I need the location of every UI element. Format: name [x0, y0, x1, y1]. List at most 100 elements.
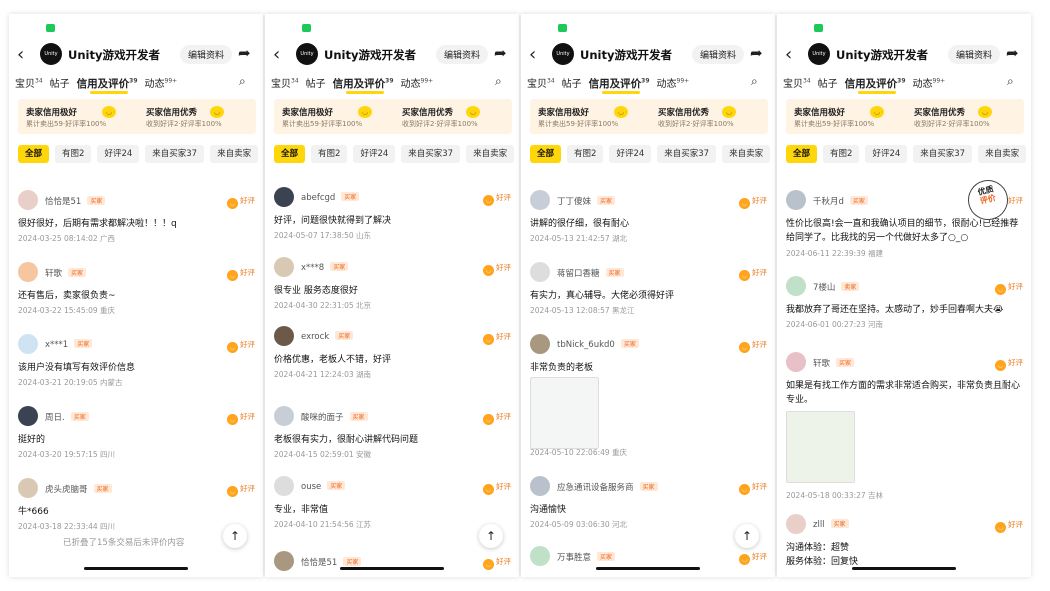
- filter-chip[interactable]: 来自买家37: [657, 145, 717, 163]
- tab-0[interactable]: 宝贝34: [527, 75, 555, 90]
- edit-profile-button[interactable]: 编辑资料: [436, 45, 488, 64]
- reviewer-avatar[interactable]: [530, 476, 550, 496]
- tab-1[interactable]: 帖子: [306, 75, 326, 90]
- reviewer-name[interactable]: 丁丁傻妹: [557, 197, 591, 207]
- share-icon[interactable]: ➦: [1006, 44, 1019, 62]
- filter-chip[interactable]: 全部: [274, 145, 306, 163]
- reviewer-name[interactable]: 虎头虎脑哥: [45, 485, 88, 495]
- reviewer-name-row: 轩歌 买家: [813, 357, 855, 369]
- reviewer-avatar[interactable]: [274, 476, 294, 496]
- edit-profile-button[interactable]: 编辑资料: [948, 45, 1000, 64]
- reviewer-avatar[interactable]: [18, 406, 38, 426]
- filter-chip[interactable]: 来自卖家: [210, 145, 259, 163]
- reviewer-avatar[interactable]: [274, 326, 294, 346]
- filter-chip[interactable]: 有图2: [567, 145, 604, 163]
- filter-chip[interactable]: 全部: [786, 145, 818, 163]
- tab-1[interactable]: 帖子: [50, 75, 70, 90]
- tab-3[interactable]: 动态99+: [913, 75, 946, 90]
- reviewer-name[interactable]: x***8: [301, 263, 324, 273]
- filter-chip[interactable]: 来自卖家: [722, 145, 771, 163]
- reviewer-avatar[interactable]: [18, 190, 38, 210]
- search-icon[interactable]: ⌕: [495, 74, 502, 89]
- scroll-to-top-button[interactable]: ↑: [735, 524, 759, 548]
- reviewer-name[interactable]: x***1: [45, 340, 68, 350]
- reviewer-name[interactable]: 周日.: [45, 413, 65, 423]
- filter-chip[interactable]: 来自卖家: [978, 145, 1027, 163]
- reviewer-avatar[interactable]: [786, 352, 806, 372]
- filter-chip[interactable]: 来自卖家: [466, 145, 515, 163]
- tab-2[interactable]: 信用及评价39: [333, 76, 394, 91]
- tab-2[interactable]: 信用及评价39: [77, 76, 138, 91]
- scroll-to-top-button[interactable]: ↑: [223, 524, 247, 548]
- reviewer-name[interactable]: 轩歌: [813, 359, 830, 369]
- filter-chip[interactable]: 全部: [18, 145, 50, 163]
- search-icon[interactable]: ⌕: [239, 74, 246, 89]
- reviewer-avatar[interactable]: [530, 262, 550, 282]
- search-icon[interactable]: ⌕: [751, 74, 758, 89]
- reviewer-avatar[interactable]: [530, 334, 550, 354]
- reviewer-name[interactable]: tbNick_6ukd0: [557, 340, 615, 350]
- reviewer-name[interactable]: zlll: [813, 520, 825, 530]
- reviewer-avatar[interactable]: [274, 257, 294, 277]
- tab-1[interactable]: 帖子: [818, 75, 838, 90]
- back-arrow-icon[interactable]: ‹: [785, 44, 792, 65]
- tab-0[interactable]: 宝贝34: [15, 75, 43, 90]
- edit-profile-button[interactable]: 编辑资料: [692, 45, 744, 64]
- reviewer-name[interactable]: 恰恰是51: [45, 197, 81, 207]
- share-icon[interactable]: ➦: [750, 44, 763, 62]
- search-icon[interactable]: ⌕: [1007, 74, 1014, 89]
- filter-chip[interactable]: 全部: [530, 145, 562, 163]
- filter-chip[interactable]: 来自买家37: [913, 145, 973, 163]
- reviewer-name[interactable]: ouse: [301, 482, 321, 492]
- tab-0[interactable]: 宝贝34: [271, 75, 299, 90]
- filter-chip[interactable]: 好评24: [353, 145, 396, 163]
- edit-profile-button[interactable]: 编辑资料: [180, 45, 232, 64]
- tab-3[interactable]: 动态99+: [145, 75, 178, 90]
- reviewer-name[interactable]: 7楼山: [813, 283, 835, 293]
- reviewer-name[interactable]: 千秋月d: [813, 197, 844, 207]
- filter-chip[interactable]: 好评24: [97, 145, 140, 163]
- reviewer-avatar[interactable]: [530, 190, 550, 210]
- tab-1[interactable]: 帖子: [562, 75, 582, 90]
- review-image-thumbnail[interactable]: [530, 377, 599, 449]
- reviewer-avatar[interactable]: [18, 334, 38, 354]
- folded-reviews-note[interactable]: 已折叠了15条交易后未评价内容: [63, 536, 184, 548]
- filter-chip[interactable]: 有图2: [823, 145, 860, 163]
- tab-3[interactable]: 动态99+: [401, 75, 434, 90]
- reviewer-avatar[interactable]: [786, 276, 806, 296]
- reviewer-avatar[interactable]: [274, 406, 294, 426]
- back-arrow-icon[interactable]: ‹: [529, 44, 536, 65]
- review-text: 性价比很高!会一直和我确认项目的细节，很耐心!已经推荐给同学了。比我找的另一个代…: [786, 219, 1019, 243]
- scroll-to-top-button[interactable]: ↑: [479, 524, 503, 548]
- back-arrow-icon[interactable]: ‹: [273, 44, 280, 65]
- reviewer-name[interactable]: abefcgd: [301, 193, 335, 203]
- tab-3[interactable]: 动态99+: [657, 75, 690, 90]
- reviewer-avatar[interactable]: [786, 514, 806, 534]
- reviewer-name[interactable]: 轩歌: [45, 269, 62, 279]
- share-icon[interactable]: ➦: [494, 44, 507, 62]
- filter-chip[interactable]: 有图2: [311, 145, 348, 163]
- filter-chip[interactable]: 好评24: [865, 145, 908, 163]
- reviewer-avatar[interactable]: [18, 262, 38, 282]
- reviewer-name[interactable]: 恰恰是51: [301, 558, 337, 568]
- filter-chip[interactable]: 来自买家37: [145, 145, 205, 163]
- reviewer-avatar[interactable]: [530, 546, 550, 566]
- back-arrow-icon[interactable]: ‹: [17, 44, 24, 65]
- share-icon[interactable]: ➦: [238, 44, 251, 62]
- reviewer-name[interactable]: 应急通讯设备服务商: [557, 483, 634, 493]
- tab-2[interactable]: 信用及评价39: [589, 76, 650, 91]
- filter-chip[interactable]: 好评24: [609, 145, 652, 163]
- filter-chip[interactable]: 有图2: [55, 145, 92, 163]
- reviewer-name[interactable]: 酸咪的面子: [301, 413, 344, 423]
- filter-chip[interactable]: 来自买家37: [401, 145, 461, 163]
- reviewer-avatar[interactable]: [274, 551, 294, 571]
- reviewer-avatar[interactable]: [274, 187, 294, 207]
- reviewer-avatar[interactable]: [18, 478, 38, 498]
- tab-0[interactable]: 宝贝34: [783, 75, 811, 90]
- reviewer-name[interactable]: 蒋留口香糖: [557, 269, 600, 279]
- reviewer-name[interactable]: 万事胜意: [557, 553, 591, 563]
- tab-2[interactable]: 信用及评价39: [845, 76, 906, 91]
- reviewer-avatar[interactable]: [786, 190, 806, 210]
- review-image-thumbnail[interactable]: [786, 411, 855, 483]
- reviewer-name[interactable]: exrock: [301, 332, 329, 342]
